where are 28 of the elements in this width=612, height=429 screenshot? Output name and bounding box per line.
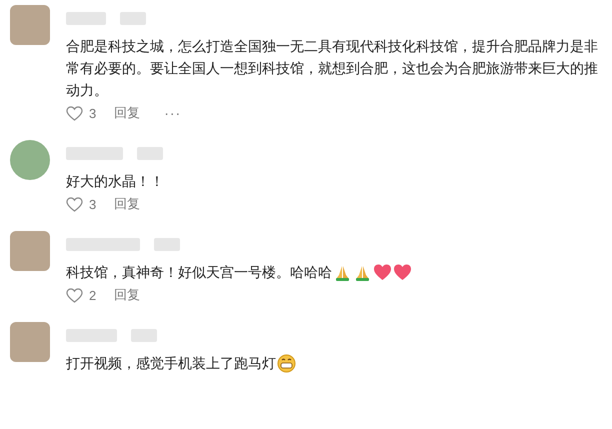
blurred-username xyxy=(66,329,117,342)
like-button[interactable]: 3 xyxy=(66,196,96,212)
heart-outline-icon xyxy=(66,288,83,302)
heart-outline-icon xyxy=(66,106,83,120)
blurred-username xyxy=(66,147,123,160)
blurred-date xyxy=(131,329,157,342)
avatar-placeholder[interactable] xyxy=(10,322,50,362)
blurred-date xyxy=(137,147,163,160)
heart-icon xyxy=(373,262,392,282)
comment-text: 打开视频，感觉手机装上了跑马灯 xyxy=(66,354,276,373)
blurred-date xyxy=(120,12,146,25)
grinning-face-icon xyxy=(277,354,296,372)
reply-button[interactable]: 回复 xyxy=(114,195,140,213)
blurred-date xyxy=(154,238,180,251)
like-button[interactable]: 3 xyxy=(66,106,96,120)
more-button[interactable]: ··· xyxy=(164,105,182,121)
avatar-placeholder[interactable] xyxy=(10,5,50,45)
reply-button[interactable]: 回复 xyxy=(114,104,140,122)
heart-outline-icon xyxy=(66,196,83,212)
comment-text: 科技馆，真神奇！好似天宫一号楼。哈哈哈 xyxy=(66,263,332,282)
avatar-placeholder[interactable] xyxy=(10,140,50,180)
like-button[interactable]: 2 xyxy=(66,288,96,302)
heart-icon xyxy=(393,262,412,282)
reply-button[interactable]: 回复 xyxy=(114,286,140,304)
comment-text: 好大的水晶！！ xyxy=(66,172,164,191)
comment-text: 合肥是科技之城，怎么打造全国独一无二具有现代科技化科技馆，提升合肥品牌力是非常有必要的。要让全国人一想到科技馆，就想到合肥，这也会为合肥旅游带来巨大的推动力。 xyxy=(66,37,599,100)
avatar-placeholder[interactable] xyxy=(10,231,50,271)
blurred-username xyxy=(66,12,106,25)
